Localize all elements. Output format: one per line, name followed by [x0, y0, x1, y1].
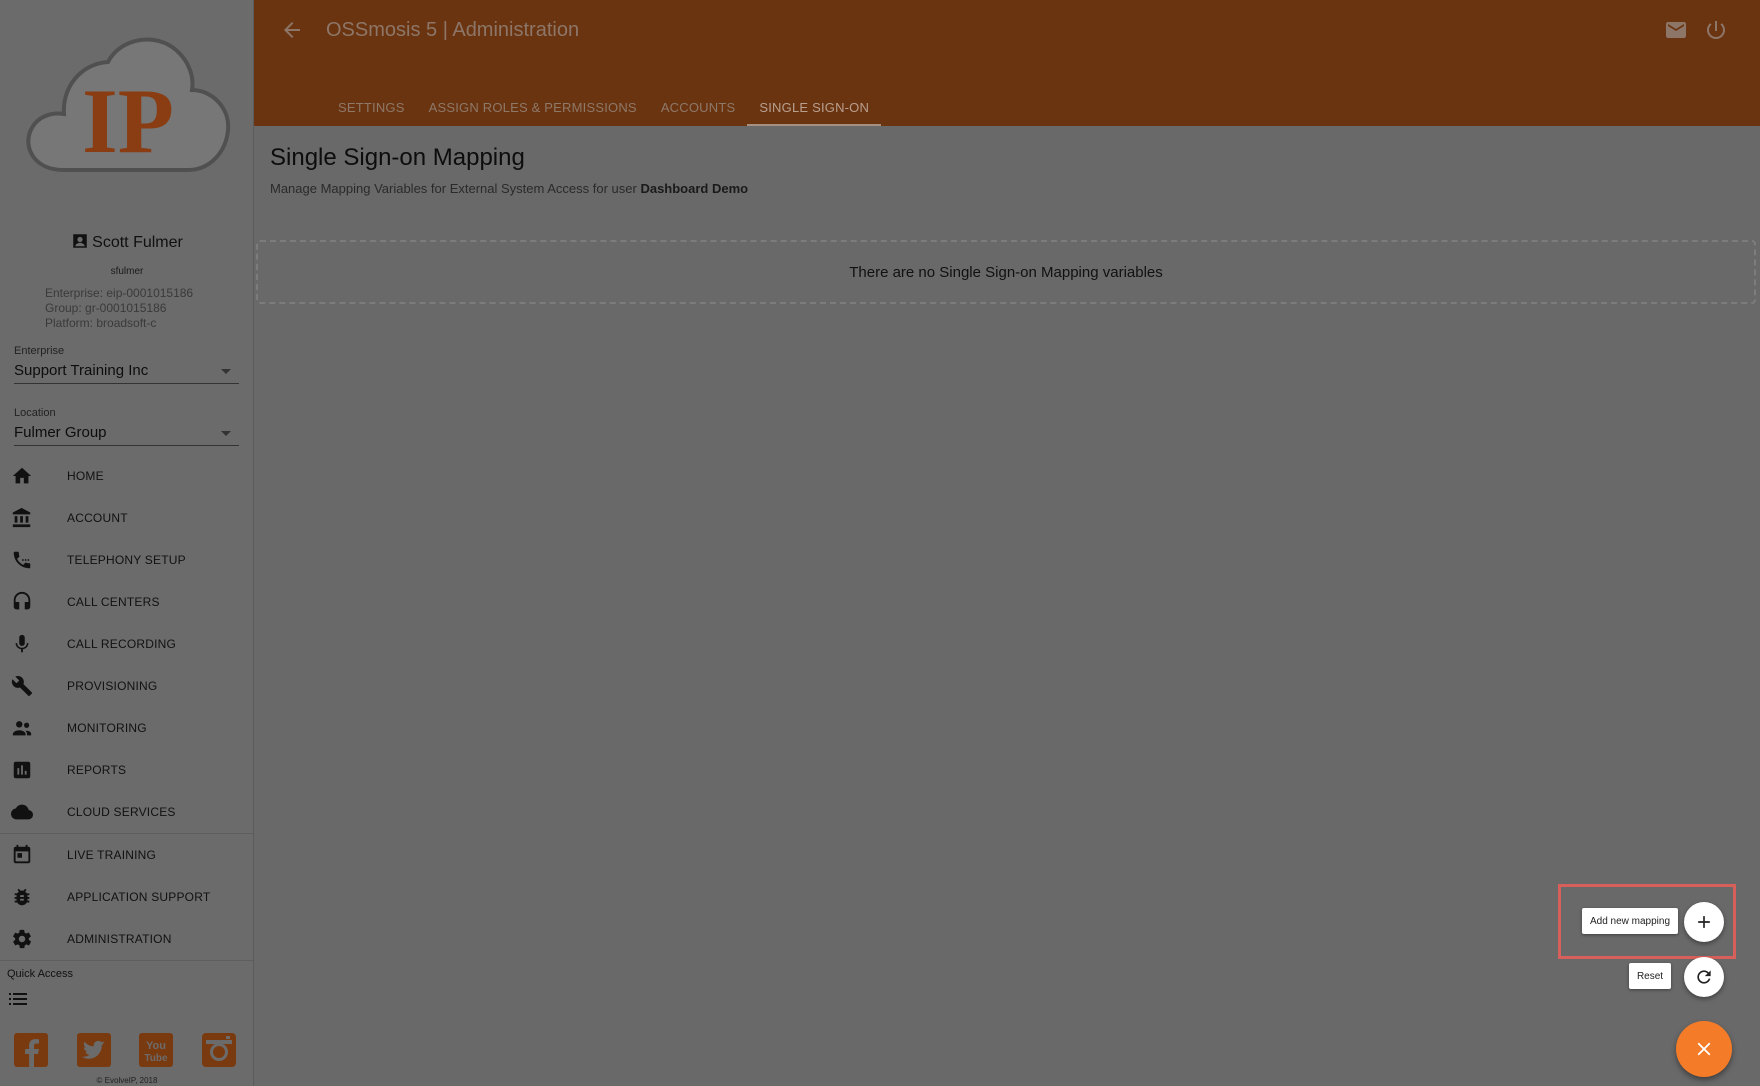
- page-title: OSSmosis 5 | Administration: [326, 19, 580, 41]
- calendar-icon: [13, 844, 31, 864]
- subtitle-user: Dashboard Demo: [640, 181, 749, 196]
- sidebar-item-label: MONITORING: [67, 721, 147, 735]
- wrench-icon: [11, 676, 33, 697]
- empty-state: There are no Single Sign-on Mapping vari…: [256, 240, 1756, 304]
- section-title: Single Sign-on Mapping: [270, 144, 525, 171]
- account-box-icon: [73, 234, 87, 248]
- app-header: OSSmosis 5 | Administration SETTINGS ASS…: [254, 0, 1760, 126]
- sidebar: IP Scott Fulmer sfulmer Enterprise: eip-…: [0, 0, 254, 1086]
- instagram-icon[interactable]: [200, 1031, 238, 1069]
- user-meta: Enterprise: eip-0001015186 Group: gr-000…: [45, 286, 193, 331]
- sidebar-item-label: ADMINISTRATION: [67, 932, 172, 946]
- sidebar-item-label: REPORTS: [67, 763, 127, 777]
- sidebar-item-application-support[interactable]: APPLICATION SUPPORT: [0, 876, 253, 918]
- quick-access-label: Quick Access: [7, 968, 74, 980]
- nav-divider: [0, 960, 253, 961]
- logo: IP: [26, 37, 231, 172]
- reset-button[interactable]: [1684, 957, 1724, 997]
- bank-icon: [12, 507, 31, 528]
- facebook-icon[interactable]: [12, 1031, 50, 1069]
- cloud-icon: [11, 804, 33, 820]
- mail-icon[interactable]: [1664, 18, 1688, 42]
- refresh-icon: [1697, 970, 1711, 984]
- add-mapping-tooltip: Add new mapping: [1582, 908, 1678, 934]
- sidebar-item-call-centers[interactable]: CALL CENTERS: [0, 581, 253, 623]
- svg-text:You: You: [146, 1040, 166, 1052]
- tab-assign-roles-permissions[interactable]: ASSIGN ROLES & PERMISSIONS: [417, 94, 649, 126]
- svg-text:Tube: Tube: [144, 1053, 168, 1064]
- tab-bar: SETTINGS ASSIGN ROLES & PERMISSIONS ACCO…: [326, 94, 882, 126]
- phone-icon: [13, 551, 31, 569]
- sidebar-item-cloud-services[interactable]: CLOUD SERVICES: [0, 791, 253, 833]
- section-subtitle: Manage Mapping Variables for External Sy…: [270, 181, 748, 196]
- sidebar-item-label: APPLICATION SUPPORT: [67, 890, 211, 904]
- sidebar-item-reports[interactable]: REPORTS: [0, 749, 253, 791]
- chevron-down-icon: [221, 431, 231, 436]
- sidebar-item-call-recording[interactable]: CALL RECORDING: [0, 623, 253, 665]
- sidebar-item-telephony-setup[interactable]: TELEPHONY SETUP: [0, 539, 253, 581]
- sidebar-item-label: HOME: [67, 469, 104, 483]
- tab-single-sign-on[interactable]: SINGLE SIGN-ON: [747, 94, 882, 126]
- user-login: sfulmer: [110, 266, 144, 277]
- reset-tooltip: Reset: [1629, 963, 1671, 989]
- plus-icon: [1698, 916, 1710, 928]
- twitter-icon[interactable]: [75, 1031, 113, 1069]
- home-icon: [12, 467, 32, 484]
- copyright: © EvolveIP, 2018: [96, 1076, 158, 1085]
- chart-icon: [13, 761, 31, 779]
- gear-icon: [13, 929, 32, 949]
- location-select[interactable]: Fulmer Group: [14, 418, 239, 446]
- sidebar-item-account[interactable]: ACCOUNT: [0, 497, 253, 539]
- tab-accounts[interactable]: ACCOUNTS: [649, 94, 748, 126]
- people-icon: [12, 721, 32, 736]
- empty-message: There are no Single Sign-on Mapping vari…: [849, 263, 1163, 281]
- arrow-back-icon[interactable]: [280, 18, 304, 42]
- sidebar-item-label: PROVISIONING: [67, 679, 158, 693]
- close-icon: [1697, 1042, 1711, 1056]
- sidebar-item-monitoring[interactable]: MONITORING: [0, 707, 253, 749]
- sidebar-item-live-training[interactable]: LIVE TRAINING: [0, 834, 253, 876]
- list-icon[interactable]: [9, 991, 29, 1007]
- sidebar-item-label: CLOUD SERVICES: [67, 805, 176, 819]
- sidebar-item-label: CALL RECORDING: [67, 637, 177, 651]
- group-id: Group: gr-0001015186: [45, 301, 167, 315]
- svg-text:IP: IP: [82, 70, 174, 172]
- sidebar-nav: HOME ACCOUNT TELEPHONY SETUP CALL CENTER…: [0, 455, 253, 961]
- enterprise-id: Enterprise: eip-0001015186: [45, 286, 194, 300]
- subtitle-text: Manage Mapping Variables for External Sy…: [270, 181, 637, 196]
- enterprise-value: Support Training Inc: [14, 362, 149, 379]
- power-icon[interactable]: [1704, 18, 1728, 42]
- youtube-icon[interactable]: YouTube: [137, 1031, 175, 1069]
- headset-icon: [13, 591, 31, 610]
- sidebar-item-label: TELEPHONY SETUP: [67, 553, 186, 567]
- sidebar-item-provisioning[interactable]: PROVISIONING: [0, 665, 253, 707]
- chevron-down-icon: [221, 369, 231, 374]
- mic-icon: [15, 634, 29, 653]
- add-mapping-button[interactable]: [1684, 902, 1724, 942]
- enterprise-select[interactable]: Support Training Inc: [14, 356, 239, 384]
- user-name-text: Scott Fulmer: [92, 234, 183, 251]
- sidebar-item-label: ACCOUNT: [67, 511, 128, 525]
- fab-close-button[interactable]: [1676, 1021, 1732, 1077]
- sidebar-item-label: CALL CENTERS: [67, 595, 160, 609]
- tab-settings[interactable]: SETTINGS: [326, 94, 417, 126]
- bug-icon: [14, 888, 30, 906]
- location-value: Fulmer Group: [14, 424, 107, 441]
- sidebar-item-home[interactable]: HOME: [0, 455, 253, 497]
- user-name: Scott Fulmer: [0, 232, 253, 252]
- sidebar-item-administration[interactable]: ADMINISTRATION: [0, 918, 253, 960]
- platform: Platform: broadsoft-c: [45, 316, 157, 330]
- sidebar-item-label: LIVE TRAINING: [67, 848, 157, 862]
- main-content: Single Sign-on Mapping Manage Mapping Va…: [254, 126, 1760, 1086]
